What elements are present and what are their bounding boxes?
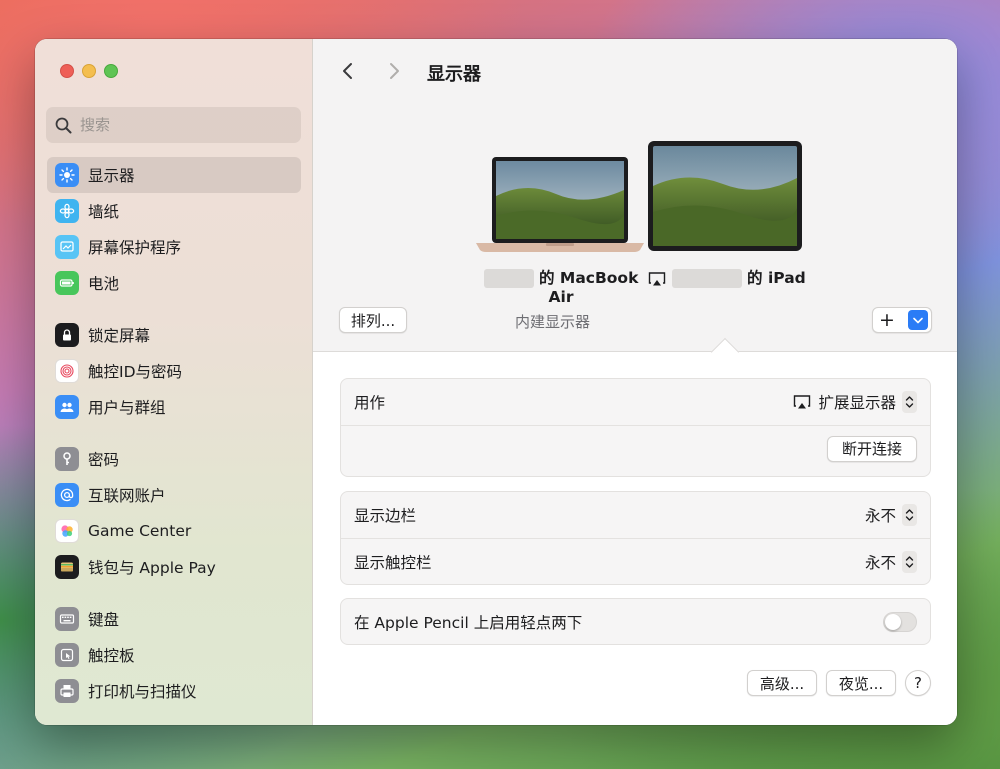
fingerprint-icon bbox=[55, 359, 79, 383]
builtin-display-label: 内建显示器 bbox=[515, 313, 591, 331]
pencil-row: 在 Apple Pencil 上启用轻点两下 bbox=[341, 599, 930, 645]
show-sidebar-popup[interactable]: 永不 bbox=[865, 504, 917, 526]
search-input[interactable] bbox=[80, 116, 280, 134]
sidebar: 显示器 墙纸 屏幕保护程序 电池 bbox=[35, 39, 313, 725]
sidebar-item-battery[interactable]: 电池 bbox=[47, 265, 301, 301]
sidebar-item-label: 打印机与扫描仪 bbox=[88, 683, 197, 701]
sidebar-item-wallet[interactable]: 钱包与 Apple Pay bbox=[47, 549, 301, 585]
wallpaper-icon bbox=[55, 199, 79, 223]
pencil-double-tap-label: 在 Apple Pencil 上启用轻点两下 bbox=[354, 614, 583, 632]
sidebar-touchbar-group: 显示边栏 永不 显示触控栏 永不 bbox=[340, 491, 931, 585]
zoom-window-button[interactable] bbox=[104, 64, 118, 78]
sidebar-item-label: 显示器 bbox=[88, 167, 135, 185]
ipad-name-label: 的 iPad bbox=[747, 269, 806, 287]
settings-window: 显示器 墙纸 屏幕保护程序 电池 bbox=[35, 39, 957, 725]
at-icon bbox=[55, 483, 79, 507]
battery-icon bbox=[55, 271, 79, 295]
advanced-button[interactable]: 高级... bbox=[747, 670, 817, 696]
wallet-icon bbox=[55, 555, 79, 579]
use-as-group: 用作 扩展显示器 断开连接 bbox=[340, 378, 931, 477]
chevron-down-icon[interactable] bbox=[908, 310, 928, 330]
forward-button[interactable] bbox=[383, 60, 405, 82]
macbook-display-thumbnail[interactable] bbox=[476, 156, 644, 256]
sidebar-item-passwords[interactable]: 密码 bbox=[47, 441, 301, 477]
sidebar-item-game-center[interactable]: Game Center bbox=[47, 513, 301, 549]
use-as-popup[interactable]: 扩展显示器 bbox=[792, 391, 917, 413]
show-sidebar-label: 显示边栏 bbox=[354, 507, 417, 525]
sidebar-item-label: 互联网账户 bbox=[88, 487, 166, 505]
plus-icon: + bbox=[879, 308, 895, 331]
use-as-row: 用作 扩展显示器 bbox=[341, 379, 930, 425]
redacted-owner-name bbox=[671, 269, 742, 288]
sidebar-item-trackpad[interactable]: 触控板 bbox=[47, 637, 301, 673]
help-button[interactable]: ? bbox=[905, 670, 931, 696]
up-down-chevron-icon bbox=[902, 550, 917, 573]
sidebar-item-touch-id[interactable]: 触控ID与密码 bbox=[47, 353, 301, 389]
show-touchbar-row: 显示触控栏 永不 bbox=[341, 538, 930, 584]
disconnect-button[interactable]: 断开连接 bbox=[827, 435, 917, 462]
sidebar-item-internet-accounts[interactable]: 互联网账户 bbox=[47, 477, 301, 513]
sidebar-item-wallpaper[interactable]: 墙纸 bbox=[47, 193, 301, 229]
macbook-name-label-line2: Air bbox=[548, 288, 574, 306]
sidebar-item-keyboard[interactable]: 键盘 bbox=[47, 601, 301, 637]
keyboard-icon bbox=[55, 607, 79, 631]
display-icon bbox=[55, 163, 79, 187]
sidebar-item-label: 密码 bbox=[88, 451, 120, 469]
macbook-name-label: 的 MacBook bbox=[539, 269, 639, 287]
sidebar-item-printers[interactable]: 打印机与扫描仪 bbox=[47, 673, 301, 709]
up-down-chevron-icon bbox=[902, 391, 917, 413]
search-icon bbox=[55, 117, 72, 133]
key-icon bbox=[55, 447, 79, 471]
sidebar-nav: 显示器 墙纸 屏幕保护程序 电池 锁定屏幕 触控ID与密码 用户与群组 密码 互… bbox=[47, 155, 301, 709]
users-icon bbox=[55, 395, 79, 419]
add-display-button[interactable]: + bbox=[872, 307, 932, 333]
pencil-group: 在 Apple Pencil 上启用轻点两下 bbox=[340, 598, 931, 645]
pencil-double-tap-toggle[interactable] bbox=[883, 612, 917, 632]
back-button[interactable] bbox=[337, 60, 359, 82]
minimize-window-button[interactable] bbox=[82, 64, 96, 78]
show-touchbar-label: 显示触控栏 bbox=[354, 553, 432, 572]
use-as-label: 用作 bbox=[354, 394, 386, 412]
main-panel: 显示器 的 MacBook Air 的 iPad 内建显示器 排列... + 用… bbox=[313, 39, 957, 725]
show-touchbar-popup[interactable]: 永不 bbox=[864, 550, 917, 573]
disconnect-row: 断开连接 bbox=[341, 425, 930, 471]
macbook-display-name: 的 MacBook Air bbox=[481, 269, 641, 307]
sidebar-item-label: 键盘 bbox=[88, 611, 120, 629]
sidebar-item-screensaver[interactable]: 屏幕保护程序 bbox=[47, 229, 301, 265]
sidebar-item-users[interactable]: 用户与群组 bbox=[47, 389, 301, 425]
sidebar-item-label: 触控板 bbox=[88, 647, 135, 665]
sidebar-item-label: 钱包与 Apple Pay bbox=[88, 559, 216, 577]
lock-icon bbox=[55, 323, 79, 347]
sidebar-item-label: 触控ID与密码 bbox=[88, 363, 183, 381]
show-sidebar-row: 显示边栏 永不 bbox=[341, 492, 930, 538]
show-sidebar-value: 永不 bbox=[864, 507, 896, 525]
screensaver-icon bbox=[55, 235, 79, 259]
sidebar-item-label: 用户与群组 bbox=[88, 399, 166, 417]
window-controls bbox=[60, 64, 118, 78]
sidebar-item-label: 屏幕保护程序 bbox=[88, 239, 182, 257]
ipad-display-name: 的 iPad bbox=[647, 269, 807, 288]
display-arrangement-area: 显示器 的 MacBook Air 的 iPad 内建显示器 排列... + bbox=[313, 39, 957, 352]
sidebar-item-label: 墙纸 bbox=[88, 203, 120, 221]
close-window-button[interactable] bbox=[60, 64, 74, 78]
page-title: 显示器 bbox=[427, 64, 481, 85]
sidebar-item-label: 锁定屏幕 bbox=[88, 327, 151, 345]
sidebar-item-lock-screen[interactable]: 锁定屏幕 bbox=[47, 317, 301, 353]
ipad-display-thumbnail[interactable] bbox=[647, 140, 803, 252]
sidebar-item-label: 电池 bbox=[88, 275, 120, 293]
night-shift-button[interactable]: 夜览... bbox=[826, 670, 896, 696]
sidebar-item-label: Game Center bbox=[88, 522, 192, 540]
airplay-icon bbox=[794, 395, 811, 409]
redacted-owner-name bbox=[483, 269, 534, 288]
use-as-value: 扩展显示器 bbox=[818, 394, 896, 412]
airplay-icon bbox=[649, 271, 666, 285]
game-center-icon bbox=[55, 519, 79, 543]
search-field[interactable] bbox=[46, 107, 301, 143]
arrange-button[interactable]: 排列... bbox=[339, 307, 407, 333]
sidebar-item-displays[interactable]: 显示器 bbox=[47, 157, 301, 193]
printer-icon bbox=[55, 679, 79, 703]
up-down-chevron-icon bbox=[902, 504, 917, 526]
trackpad-icon bbox=[55, 643, 79, 667]
show-touchbar-value: 永不 bbox=[864, 553, 896, 572]
